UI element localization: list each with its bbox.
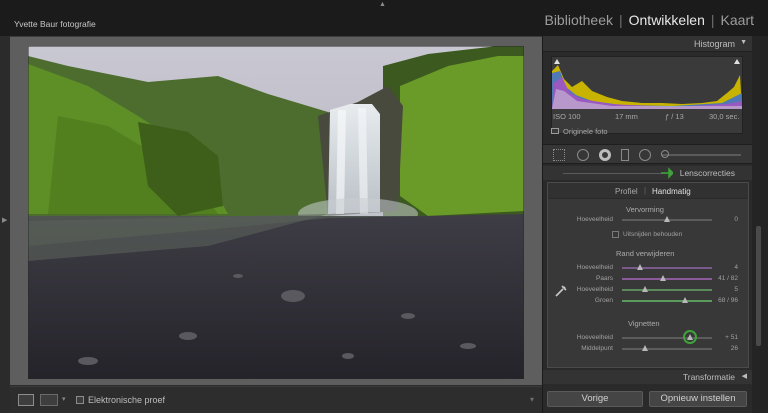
slider-track[interactable] bbox=[622, 278, 712, 280]
module-map[interactable]: Kaart bbox=[721, 12, 754, 28]
slider-thumb[interactable] bbox=[659, 275, 666, 281]
green-arrow-icon bbox=[661, 167, 673, 179]
slider-track[interactable] bbox=[622, 289, 712, 291]
slider-thumb[interactable] bbox=[641, 345, 648, 351]
waterfall-photo[interactable] bbox=[28, 46, 524, 379]
slider-label: Groen bbox=[594, 297, 613, 304]
vignetting-amount-row[interactable]: Hoeveelheid + 51 bbox=[548, 330, 748, 344]
compare-view-button[interactable] bbox=[40, 394, 58, 406]
graduated-filter-icon[interactable] bbox=[621, 149, 629, 161]
tab-profile[interactable]: Profiel bbox=[615, 187, 638, 196]
defringe-purple-hue-row[interactable]: Paars 41 / 82 bbox=[548, 274, 748, 284]
transform-header[interactable]: Transformatie ◀ bbox=[543, 370, 753, 384]
iso-value: ISO 100 bbox=[553, 112, 581, 121]
tab-separator: | bbox=[644, 186, 647, 195]
studio-name: Yvette Baur fotografie bbox=[14, 19, 96, 29]
slider-thumb[interactable] bbox=[637, 264, 643, 270]
slider-label: Hoeveelheid bbox=[576, 334, 613, 341]
slider-thumb[interactable] bbox=[682, 297, 688, 303]
vignetting-title: Vignetten bbox=[628, 319, 660, 328]
lens-corrections-title: Lenscorrecties bbox=[679, 168, 735, 178]
highlight-clipping-icon[interactable] bbox=[734, 59, 740, 64]
soft-proof-label: Elektronische proef bbox=[88, 395, 166, 405]
loupe-view-button[interactable] bbox=[18, 394, 34, 406]
spot-removal-icon[interactable] bbox=[577, 149, 589, 161]
slider-thumb[interactable] bbox=[664, 216, 670, 222]
tab-manual[interactable]: Handmatig bbox=[652, 187, 691, 196]
slider-label: Middelpunt bbox=[581, 345, 613, 352]
red-eye-icon[interactable] bbox=[599, 149, 611, 161]
slider-value[interactable]: 0 bbox=[734, 216, 738, 223]
original-photo-icon bbox=[551, 128, 559, 134]
right-panel-scrollbar[interactable] bbox=[752, 36, 768, 413]
view-options-chevron-icon[interactable]: ▾ bbox=[62, 395, 66, 403]
soft-proof-checkbox[interactable] bbox=[76, 396, 84, 404]
lens-corrections-header[interactable]: Lenscorrecties bbox=[543, 166, 753, 180]
right-panel: Histogram ▼ ISO 100 17 mm ƒ / 13 30,0 se… bbox=[542, 36, 753, 413]
module-develop[interactable]: Ontwikkelen bbox=[629, 12, 705, 28]
module-separator: | bbox=[710, 12, 715, 28]
slider-thumb[interactable] bbox=[641, 286, 648, 292]
transform-title: Transformatie bbox=[682, 372, 735, 382]
module-separator: | bbox=[618, 12, 623, 28]
collapse-triangle-icon[interactable]: ▼ bbox=[740, 39, 747, 46]
slider-label: Hoeveelheid bbox=[576, 264, 613, 271]
slider-track[interactable] bbox=[622, 267, 712, 269]
slider-track[interactable] bbox=[622, 337, 712, 339]
radial-filter-icon[interactable] bbox=[639, 149, 651, 161]
module-picker: Bibliotheek | Ontwikkelen | Kaart bbox=[544, 12, 754, 28]
tool-strip bbox=[543, 144, 753, 164]
bottom-toolbar: ▾ Elektronische proef ▾ bbox=[10, 386, 542, 413]
image-canvas bbox=[10, 36, 542, 385]
constrain-crop-checkbox[interactable] bbox=[612, 231, 619, 238]
module-library[interactable]: Bibliotheek bbox=[544, 12, 613, 28]
focal-length-value: 17 mm bbox=[615, 112, 638, 121]
slider-value[interactable]: 26 bbox=[731, 345, 738, 352]
defringe-title: Rand verwijderen bbox=[616, 249, 675, 258]
toolbar-menu-chevron-icon[interactable]: ▾ bbox=[530, 395, 534, 404]
brush-icon[interactable] bbox=[661, 150, 669, 158]
scrollbar-thumb[interactable] bbox=[756, 226, 761, 346]
vignetting-midpoint-row[interactable]: Middelpunt 26 bbox=[548, 344, 748, 354]
lightroom-window: ▲ Yvette Baur fotografie Bibliotheek | Ont… bbox=[0, 0, 768, 413]
top-bar: ▲ Yvette Baur fotografie Bibliotheek | Ont… bbox=[0, 0, 768, 36]
slider-label: Hoeveelheid bbox=[576, 286, 613, 293]
slider-value[interactable]: + 51 bbox=[725, 334, 738, 341]
slider-label: Paars bbox=[596, 275, 613, 282]
slider-track[interactable] bbox=[622, 300, 712, 302]
defringe-purple-amount-row[interactable]: Hoeveelheid 4 bbox=[548, 263, 748, 273]
slider-value[interactable]: 68 / 96 bbox=[718, 297, 738, 304]
lens-tabs: Profiel | Handmatig bbox=[548, 183, 748, 199]
reset-button[interactable]: Opnieuw instellen bbox=[649, 391, 747, 407]
slider-label: Hoeveelheid bbox=[576, 216, 613, 223]
constrain-crop-label: Uitsnijden behouden bbox=[623, 231, 683, 238]
defringe-green-amount-row[interactable]: Hoeveelheid 5 bbox=[548, 285, 748, 295]
aperture-value: ƒ / 13 bbox=[665, 112, 684, 121]
slider-track[interactable] bbox=[622, 348, 712, 350]
lens-corrections-panel: Profiel | Handmatig Vervorming Hoeveelhe… bbox=[547, 182, 749, 368]
histogram-graph[interactable] bbox=[551, 56, 743, 134]
expand-triangle-icon[interactable]: ◀ bbox=[742, 372, 747, 380]
defringe-green-hue-row[interactable]: Groen 68 / 96 bbox=[548, 296, 748, 306]
original-photo-label: Originele foto bbox=[563, 127, 608, 136]
panel-header-divider bbox=[563, 173, 667, 174]
histogram-title: Histogram bbox=[693, 39, 735, 49]
slider-value[interactable]: 5 bbox=[734, 286, 738, 293]
shutter-value: 30,0 sec. bbox=[709, 112, 740, 121]
shadow-clipping-icon[interactable] bbox=[554, 59, 560, 64]
slider-value[interactable]: 41 / 82 bbox=[718, 275, 738, 282]
distortion-title: Vervorming bbox=[626, 205, 664, 214]
left-panel-toggle-icon[interactable]: ▶ bbox=[2, 216, 7, 224]
distortion-amount-row[interactable]: Hoeveelheid 0 bbox=[548, 215, 748, 225]
crop-icon[interactable] bbox=[553, 149, 565, 161]
active-slider-ring bbox=[682, 330, 697, 344]
slider-value[interactable]: 4 bbox=[734, 264, 738, 271]
previous-button[interactable]: Vorige bbox=[547, 391, 643, 407]
brush-slider[interactable] bbox=[661, 154, 741, 156]
top-panel-toggle-icon[interactable]: ▲ bbox=[379, 1, 386, 8]
histogram-header[interactable]: Histogram ▼ bbox=[543, 36, 753, 52]
